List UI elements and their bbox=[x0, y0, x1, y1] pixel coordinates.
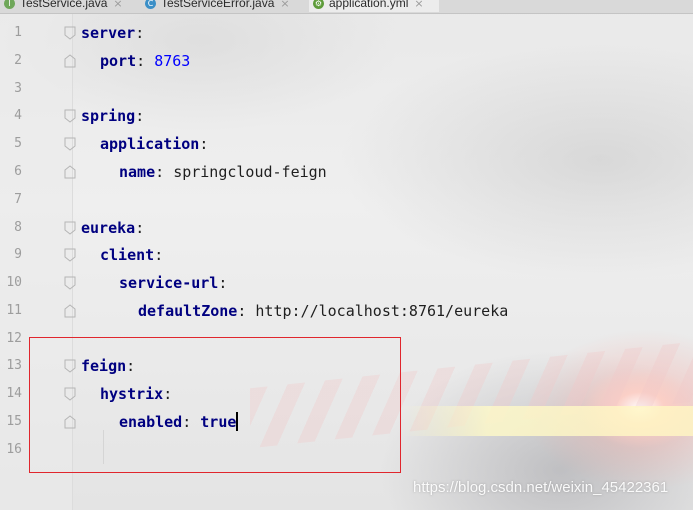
yaml-key: client bbox=[100, 246, 155, 264]
tab-application-yml[interactable]: ⚙ application.yml × bbox=[309, 0, 439, 12]
line-number: 15 bbox=[6, 414, 22, 429]
code-line-1[interactable]: server: bbox=[81, 23, 144, 43]
code-line-2[interactable]: port: 8763 bbox=[100, 51, 190, 71]
watermark-text: https://blog.csdn.net/weixin_45422361 bbox=[413, 479, 669, 496]
tab-label: TestServiceError.java bbox=[161, 0, 275, 10]
yaml-config-icon: ⚙ bbox=[313, 0, 324, 9]
line-number: 2 bbox=[14, 53, 22, 68]
line-number: 1 bbox=[14, 25, 22, 40]
fold-end-icon[interactable] bbox=[64, 304, 76, 318]
code-line-6[interactable]: name: springcloud-feign bbox=[119, 162, 327, 182]
yaml-key: spring bbox=[81, 107, 136, 125]
code-line-4[interactable]: spring: bbox=[81, 106, 144, 126]
line-number: 5 bbox=[14, 136, 22, 151]
line-number: 10 bbox=[6, 275, 22, 290]
yaml-string-value: http://localhost:8761/eureka bbox=[255, 302, 509, 320]
line-number: 13 bbox=[6, 358, 22, 373]
fold-marker-icon[interactable] bbox=[64, 26, 76, 40]
fold-marker-icon[interactable] bbox=[64, 137, 76, 151]
yaml-colon: : bbox=[135, 24, 145, 42]
code-line-11[interactable]: defaultZone: http://localhost:8761/eurek… bbox=[138, 301, 508, 321]
yaml-colon: : bbox=[218, 274, 228, 292]
line-number: 4 bbox=[14, 108, 22, 123]
fold-end-icon[interactable] bbox=[64, 165, 76, 179]
yaml-colon: : bbox=[135, 219, 145, 237]
line-number: 9 bbox=[14, 247, 22, 262]
yaml-number-value: 8763 bbox=[154, 52, 191, 70]
yaml-colon: : bbox=[237, 302, 247, 320]
tab-testservice[interactable]: I TestService.java × bbox=[0, 0, 137, 12]
yaml-colon: : bbox=[155, 163, 165, 181]
yaml-key: application bbox=[100, 135, 200, 153]
line-number: 12 bbox=[6, 331, 22, 346]
yaml-key: port bbox=[100, 52, 137, 70]
code-line-5[interactable]: application: bbox=[100, 134, 208, 154]
close-icon[interactable]: × bbox=[113, 0, 122, 10]
yaml-colon: : bbox=[154, 246, 164, 264]
yaml-colon: : bbox=[136, 52, 146, 70]
yaml-key: name bbox=[119, 163, 156, 181]
line-number: 3 bbox=[14, 81, 22, 96]
line-number: 8 bbox=[14, 220, 22, 235]
annotation-highlight-box bbox=[29, 337, 401, 473]
editor-tab-bar: I TestService.java × C TestServiceError.… bbox=[0, 0, 693, 14]
fold-marker-icon[interactable] bbox=[64, 109, 76, 123]
fold-marker-icon[interactable] bbox=[64, 248, 76, 262]
code-line-9[interactable]: client: bbox=[100, 245, 163, 265]
java-interface-icon: I bbox=[4, 0, 15, 9]
line-number: 7 bbox=[14, 192, 22, 207]
background-glare bbox=[400, 406, 693, 436]
tab-testserviceerror[interactable]: C TestServiceError.java × bbox=[141, 0, 305, 12]
tab-label: application.yml bbox=[329, 0, 409, 10]
fold-end-icon[interactable] bbox=[64, 54, 76, 68]
yaml-key: service-url bbox=[119, 274, 219, 292]
yaml-colon: : bbox=[199, 135, 209, 153]
yaml-key: defaultZone bbox=[138, 302, 238, 320]
line-number: 6 bbox=[14, 164, 22, 179]
code-line-8[interactable]: eureka: bbox=[81, 218, 144, 238]
code-line-10[interactable]: service-url: bbox=[119, 273, 227, 293]
yaml-key: eureka bbox=[81, 219, 136, 237]
line-number: 14 bbox=[6, 386, 22, 401]
close-icon[interactable]: × bbox=[280, 0, 289, 10]
close-icon[interactable]: × bbox=[414, 0, 423, 10]
yaml-colon: : bbox=[135, 107, 145, 125]
yaml-string-value: springcloud-feign bbox=[173, 163, 327, 181]
yaml-key: server bbox=[81, 24, 136, 42]
line-number: 11 bbox=[6, 303, 22, 318]
line-number: 16 bbox=[6, 442, 22, 457]
fold-marker-icon[interactable] bbox=[64, 276, 76, 290]
java-class-icon: C bbox=[145, 0, 156, 9]
ide-window: I TestService.java × C TestServiceError.… bbox=[0, 0, 693, 510]
fold-marker-icon[interactable] bbox=[64, 221, 76, 235]
tab-label: TestService.java bbox=[20, 0, 108, 10]
